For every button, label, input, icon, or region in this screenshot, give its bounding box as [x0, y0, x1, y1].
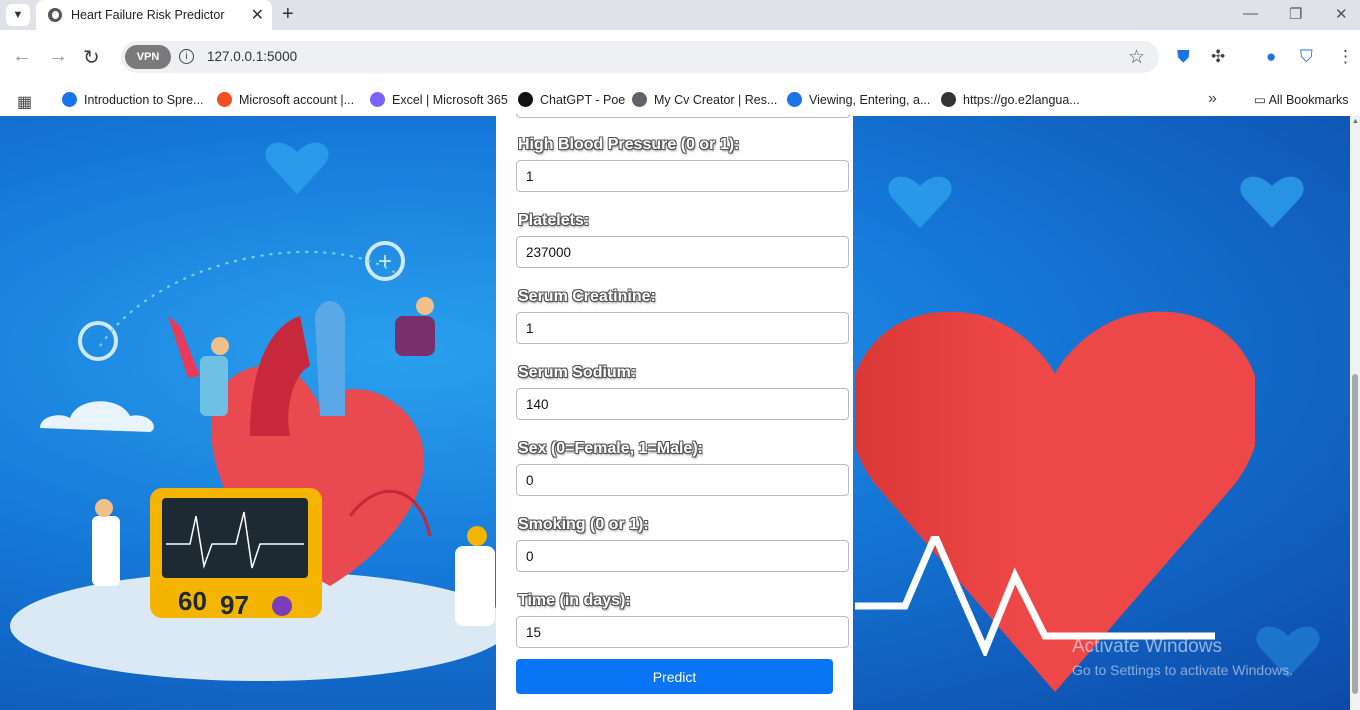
bookmark-label: Excel | Microsoft 365 — [392, 92, 508, 107]
bookmark-item[interactable]: Excel | Microsoft 365 — [370, 92, 508, 107]
profile-icon[interactable]: ● — [1266, 47, 1276, 67]
field-input[interactable] — [516, 388, 849, 420]
previous-field-edge — [516, 114, 850, 118]
all-bookmarks-button[interactable]: ▭ All Bookmarks — [1254, 92, 1348, 107]
svg-text:+: + — [378, 248, 392, 275]
extensions-puzzle-icon[interactable]: ✣ — [1211, 47, 1225, 67]
bookmark-item[interactable]: https://go.e2langua... — [941, 92, 1080, 107]
apps-grid-icon[interactable]: ▦ — [17, 92, 32, 112]
field-label: Serum Creatinine: — [518, 288, 656, 305]
field-input[interactable] — [516, 236, 849, 268]
page-scrollbar[interactable]: ▲ — [1350, 116, 1360, 710]
scroll-up-icon[interactable]: ▲ — [1352, 118, 1359, 125]
bookmark-item[interactable]: ChatGPT - Poe — [518, 92, 625, 107]
bookmark-favicon-icon — [370, 92, 385, 107]
tab-active[interactable]: Heart Failure Risk Predictor ✕ — [36, 0, 272, 30]
shield-check-icon[interactable]: ⛉ — [1300, 47, 1313, 67]
bookmarks-bar: ▦ Introduction to Spre... Microsoft accou… — [0, 84, 1360, 117]
bookmark-label: ChatGPT - Poe — [540, 92, 626, 107]
monitor-reading-1: 60 — [178, 586, 207, 616]
browser-toolbar: ← → ↻ VPN i 127.0.0.1:5000 ☆ ⛊ ✣ ● ⛉ ⋮ — [0, 30, 1360, 84]
bookmark-favicon-icon — [632, 92, 647, 107]
kebab-menu-icon[interactable]: ⋮ — [1337, 47, 1354, 67]
minimize-icon[interactable]: — — [1243, 5, 1258, 22]
bookmark-label: My Cv Creator | Res... — [654, 92, 778, 107]
bookmark-label: Viewing, Entering, a... — [809, 92, 931, 107]
bookmark-label: Introduction to Spre... — [84, 92, 204, 107]
scroll-thumb[interactable] — [1352, 374, 1358, 694]
restore-icon[interactable]: ❐ — [1289, 5, 1302, 23]
shield-lock-icon[interactable]: ⛊ — [1177, 47, 1190, 67]
field-label: Time (in days): — [518, 592, 631, 609]
predict-button[interactable]: Predict — [516, 659, 833, 694]
field-label: Platelets: — [518, 212, 590, 229]
field-input[interactable] — [516, 540, 849, 572]
field-input[interactable] — [516, 616, 849, 648]
bookmark-item[interactable]: My Cv Creator | Res... — [632, 92, 777, 107]
field-label: Smoking (0 or 1): — [518, 516, 649, 533]
bookmark-favicon-icon — [787, 92, 802, 107]
forward-arrow-icon[interactable]: → — [48, 45, 68, 68]
heart-decoration — [888, 172, 952, 228]
bookmark-favicon-icon — [518, 92, 533, 107]
field-input[interactable] — [516, 312, 849, 344]
bookmark-label: https://go.e2langua... — [963, 92, 1080, 107]
bookmark-item[interactable]: Viewing, Entering, a... — [787, 92, 930, 107]
all-bookmarks-label: All Bookmarks — [1268, 93, 1349, 107]
vpn-badge[interactable]: VPN — [125, 45, 171, 69]
url-text[interactable]: 127.0.0.1:5000 — [207, 49, 297, 64]
new-tab-icon[interactable]: + — [282, 3, 294, 26]
bookmark-favicon-icon — [941, 92, 956, 107]
monitor-reading-2: 97 — [220, 590, 249, 620]
address-bar[interactable]: VPN i 127.0.0.1:5000 ☆ — [121, 41, 1159, 73]
site-info-icon[interactable]: i — [179, 49, 194, 64]
bookmark-favicon-icon — [62, 92, 77, 107]
bookmark-star-icon[interactable]: ☆ — [1128, 46, 1145, 69]
field-label: Serum Sodium: — [518, 364, 637, 381]
prediction-form: High Blood Pressure (0 or 1): Platelets: S… — [496, 114, 853, 710]
tab-search-button[interactable]: ▼ — [6, 4, 30, 26]
chevron-down-icon: ▼ — [12, 9, 24, 21]
reload-icon[interactable]: ↻ — [83, 45, 100, 70]
field-input[interactable] — [516, 464, 849, 496]
globe-icon — [48, 8, 62, 22]
window-close-icon[interactable]: ✕ — [1335, 5, 1348, 23]
bookmark-favicon-icon — [217, 92, 232, 107]
heart-decoration — [1240, 172, 1304, 228]
heart-illustration: + 60 97 — [10, 241, 496, 681]
field-label: Sex (0=Female, 1=Male): — [518, 440, 703, 457]
field-input[interactable] — [516, 160, 849, 192]
bookmark-label: Microsoft account |... — [239, 92, 355, 107]
back-arrow-icon[interactable]: ← — [12, 45, 32, 68]
activation-watermark-title: Activate Windows — [1072, 636, 1222, 657]
field-label: High Blood Pressure (0 or 1): — [518, 136, 740, 153]
close-tab-icon[interactable]: ✕ — [251, 5, 264, 25]
tab-title: Heart Failure Risk Predictor — [71, 8, 225, 22]
bookmark-item[interactable]: Introduction to Spre... — [62, 92, 204, 107]
bookmark-item[interactable]: Microsoft account |... — [217, 92, 354, 107]
activation-watermark-subtitle: Go to Settings to activate Windows. — [1072, 662, 1293, 678]
more-bookmarks-icon[interactable]: » — [1208, 90, 1217, 108]
tab-strip: ▼ Heart Failure Risk Predictor ✕ + — ❐ ✕ — [0, 0, 1360, 30]
